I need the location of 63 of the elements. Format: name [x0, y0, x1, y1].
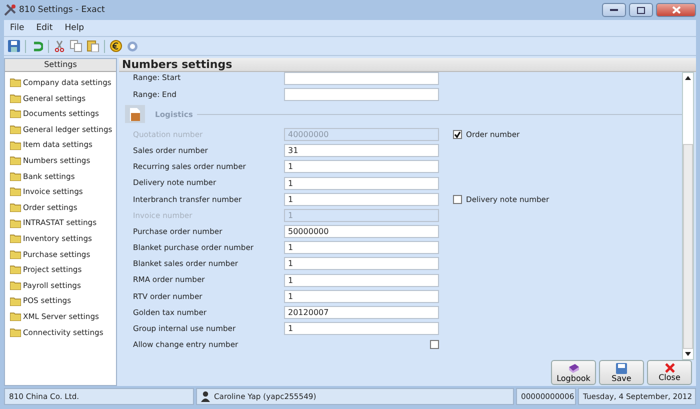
menu-item[interactable]: File	[10, 22, 24, 34]
input-field[interactable]: 1	[284, 290, 439, 303]
input-field[interactable]: 1	[284, 160, 439, 174]
checkbox[interactable]	[430, 340, 439, 350]
folder-icon	[10, 172, 21, 181]
input-field[interactable]: 50000000	[284, 225, 439, 238]
folder-icon	[10, 312, 21, 322]
maximize-icon	[637, 6, 645, 14]
input-field[interactable]: 20120007	[284, 306, 439, 320]
currency-coin-icon[interactable]	[110, 40, 122, 52]
close-button[interactable]	[656, 3, 696, 17]
input-field[interactable]: 1	[284, 257, 439, 270]
copy-icon[interactable]	[70, 40, 82, 52]
input-field[interactable]: 1	[284, 192, 439, 206]
scrollbar[interactable]	[682, 72, 694, 360]
box-icon	[125, 105, 145, 124]
cut-icon[interactable]	[54, 40, 65, 52]
paste-icon[interactable]	[87, 40, 99, 52]
close-icon	[672, 6, 680, 14]
folder-icon	[10, 234, 21, 244]
folder-icon	[10, 109, 21, 118]
close-icon	[664, 363, 674, 373]
folder-icon	[10, 140, 21, 150]
folder-icon	[10, 125, 21, 134]
folder-icon	[10, 187, 21, 196]
folder-icon	[10, 296, 21, 306]
folder-icon	[10, 281, 21, 290]
user-icon	[201, 391, 210, 402]
folder-icon	[10, 203, 21, 212]
input-field[interactable]	[284, 72, 439, 85]
undo-icon[interactable]	[31, 40, 43, 52]
save-icon[interactable]	[8, 40, 20, 52]
close-button[interactable]: Close	[647, 360, 692, 385]
minimize-icon	[610, 8, 618, 12]
folder-icon	[10, 265, 21, 274]
maximize-button[interactable]	[629, 3, 653, 17]
window-title: 810 Settings - Exact	[19, 4, 105, 16]
input-field[interactable]: 31	[284, 144, 439, 158]
panel-title: Numbers settings	[119, 58, 696, 72]
save-button[interactable]: Save	[599, 360, 644, 385]
input-field[interactable]: 1	[284, 274, 439, 287]
tools-icon	[4, 4, 16, 16]
input-field[interactable]	[284, 88, 439, 101]
sidebar-header: Settings	[5, 59, 116, 72]
folder-icon	[10, 328, 21, 337]
input-field[interactable]: 1	[284, 241, 439, 254]
folder-icon	[10, 218, 21, 228]
logbook-button[interactable]: Logbook	[551, 360, 596, 385]
minimize-button[interactable]	[602, 3, 626, 17]
scroll-up-icon	[685, 76, 691, 80]
input-field[interactable]: 1	[284, 176, 439, 190]
book-icon	[568, 362, 580, 374]
folder-icon	[10, 250, 21, 259]
menu-item[interactable]: Help	[64, 22, 84, 34]
folder-icon	[10, 78, 21, 88]
folder-icon	[10, 94, 21, 103]
folder-icon	[10, 156, 21, 166]
input-field[interactable]: 1	[284, 322, 439, 336]
save-icon	[616, 362, 627, 374]
checkbox[interactable]	[453, 194, 462, 204]
help-icon[interactable]	[127, 40, 138, 52]
scroll-down-icon	[685, 352, 691, 356]
menu-item[interactable]: Edit	[36, 22, 53, 34]
